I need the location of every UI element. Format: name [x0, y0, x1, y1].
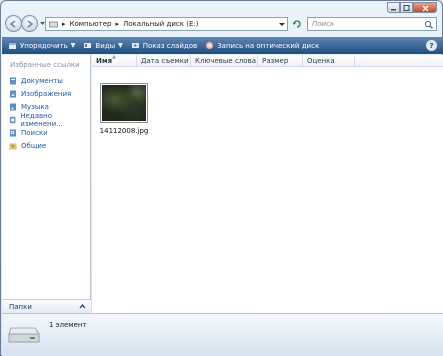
breadcrumb-local-disk[interactable]: Локальный диск (E:) [123, 20, 198, 28]
item-count: 1 элемент [49, 321, 87, 329]
nav-buttons [5, 15, 46, 32]
command-bar: Упорядочить ▼ Виды ▼ Показ слайдов Запис… [2, 37, 443, 54]
drive-icon [49, 21, 58, 27]
favorite-links-heading: Избранные ссылки [10, 61, 80, 69]
explorer-window: ▸ Компьютер ▸ Локальный диск (E:) Поиск … [0, 0, 443, 356]
file-list-pane: ▲ Имя Дата съемки Ключевые слова Размер … [92, 54, 443, 313]
favorite-links-list: Документы Изображения Музыка Недавно изм… [2, 74, 90, 152]
pictures-icon [10, 90, 16, 97]
slideshow-icon [131, 43, 139, 48]
column-size[interactable]: Размер [258, 55, 303, 67]
column-name[interactable]: ▲ Имя [92, 54, 137, 67]
chevron-down-icon: ▼ [118, 42, 123, 49]
documents-icon [10, 77, 16, 84]
nav-item-searches[interactable]: Поиски [2, 126, 90, 139]
minimize-button[interactable] [387, 2, 400, 13]
details-pane: 1 элемент [2, 313, 443, 356]
help-button[interactable]: ? [426, 40, 437, 51]
burn-button[interactable]: Запись на оптический диск [205, 41, 319, 50]
back-button[interactable] [5, 15, 22, 32]
column-date-taken[interactable]: Дата съемки [137, 55, 191, 67]
views-icon [84, 43, 92, 48]
recent-icon [9, 116, 16, 123]
refresh-button[interactable] [290, 17, 304, 31]
chevron-down-icon [39, 21, 45, 25]
folders-toggle[interactable]: Папки [2, 299, 91, 313]
searches-icon [10, 129, 16, 136]
close-button[interactable] [413, 2, 437, 13]
search-icon[interactable] [424, 20, 433, 29]
drive-icon [8, 327, 40, 343]
file-item[interactable]: 14112008.jpg [98, 83, 150, 135]
breadcrumb-computer[interactable]: Компьютер [70, 20, 112, 28]
navigation-pane: Избранные ссылки Документы Изображения М… [2, 55, 91, 313]
maximize-button[interactable] [400, 2, 413, 13]
address-dropdown-icon[interactable] [279, 20, 285, 28]
nav-item-documents[interactable]: Документы [2, 74, 90, 87]
caption-buttons [387, 2, 437, 13]
forward-arrow-icon [27, 19, 34, 28]
disc-icon [205, 41, 214, 50]
nav-item-public[interactable]: Общие [2, 139, 90, 152]
back-arrow-icon [9, 19, 16, 28]
views-button[interactable]: Виды ▼ [83, 41, 123, 50]
column-headers: ▲ Имя Дата съемки Ключевые слова Размер … [92, 54, 443, 67]
search-input[interactable]: Поиск [307, 17, 437, 31]
organize-icon [9, 43, 16, 49]
nav-item-pictures[interactable]: Изображения [2, 87, 90, 100]
sort-ascending-icon: ▲ [112, 54, 116, 60]
refresh-icon [292, 20, 301, 28]
search-placeholder: Поиск [312, 20, 335, 28]
folders-label: Папки [9, 302, 32, 311]
nav-item-recent[interactable]: Недавно изменени... [2, 112, 90, 128]
column-tags[interactable]: Ключевые слова [191, 55, 258, 67]
slideshow-button[interactable]: Показ слайдов [131, 41, 197, 50]
chevron-down-icon: ▼ [70, 42, 76, 49]
chevron-up-icon [79, 303, 86, 309]
file-thumbnail [100, 83, 148, 123]
file-name: 14112008.jpg [99, 127, 149, 135]
image-thumbnail [102, 85, 146, 121]
address-bar[interactable]: ▸ Компьютер ▸ Локальный диск (E:) [45, 17, 288, 31]
organize-button[interactable]: Упорядочить ▼ [8, 41, 75, 50]
public-icon [9, 143, 17, 149]
music-icon [10, 103, 16, 110]
column-rating[interactable]: Оценка [303, 55, 355, 67]
forward-button[interactable] [21, 15, 38, 32]
